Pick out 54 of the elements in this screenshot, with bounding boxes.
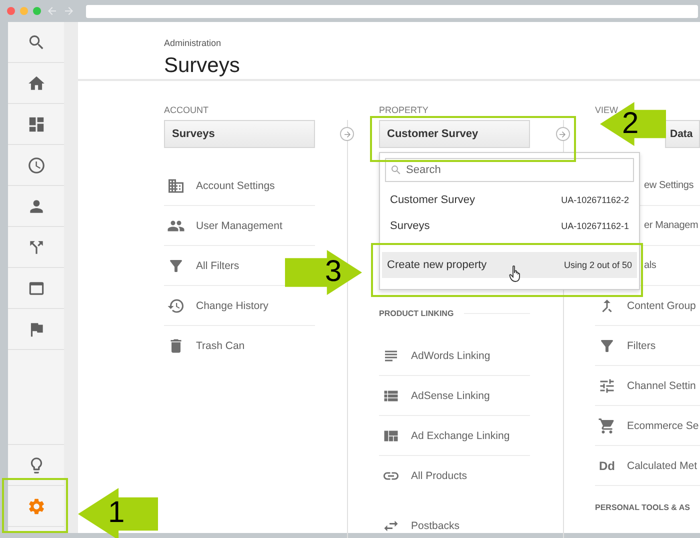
arrow-circle-icon [556,127,570,141]
menu-item[interactable]: Account Settings [166,176,275,194]
menu-item[interactable]: ew Settings [644,180,694,191]
window-control-dot[interactable] [7,7,15,15]
property-selector[interactable]: Customer Survey [379,120,530,148]
column-label: PROPERTY [379,104,430,116]
dropdown-option[interactable]: Customer Survey UA-102671162-2 [385,187,634,213]
menu-item[interactable]: All Products [381,467,468,485]
menu-item[interactable]: Content Group [597,296,696,314]
property-id: UA-102671162-1 [561,221,629,231]
account-selector[interactable]: Surveys [164,120,315,148]
column-label: VIEW [595,104,620,116]
history-icon [166,296,186,314]
building-icon [166,176,186,194]
dashboard-icon [26,114,46,134]
settings-icon [26,496,46,516]
menu-item[interactable]: Trash Can [166,337,245,355]
menu-item[interactable]: Filters [597,336,656,354]
callout-number: 1 [108,498,125,528]
menu-item[interactable]: AdWords Linking [381,346,490,364]
section-heading: PERSONAL TOOLS & AS [595,502,690,512]
usage-count: Using 2 out of 50 [564,260,632,270]
menu-item[interactable]: User Management [166,216,282,234]
menu-item[interactable]: All Filters [166,256,240,274]
menu-item[interactable]: er Managem [644,220,698,231]
callout-number: 2 [622,109,639,139]
column-label: ACCOUNT [164,104,210,116]
menu-item[interactable]: AdSense Linking [381,386,490,404]
search-icon [390,164,402,176]
menu-item[interactable]: als [644,260,656,271]
search-icon [26,32,46,52]
section-heading: PRODUCT LINKING [379,308,454,318]
menu-item[interactable]: Postbacks [381,517,460,535]
breadcrumb[interactable]: Administration [164,37,700,49]
glyph-icon: Dd [597,458,617,472]
arrow-circle-icon [340,127,354,141]
menu-item[interactable]: Ecommerce Se [597,416,699,434]
home-icon [26,74,46,92]
create-property-option[interactable]: Create new property Using 2 out of 50 [382,252,637,278]
page-title: Surveys [164,53,241,79]
view-selector[interactable]: Data [665,120,700,148]
menu-item[interactable]: Dd Calculated Met [597,458,698,472]
property-id: UA-102671162-2 [561,195,629,205]
menu-item[interactable]: Channel Settin [597,376,696,394]
window-control-dot[interactable] [33,7,41,15]
dropdown-option[interactable]: Surveys UA-102671162-1 [385,213,634,239]
menu-item[interactable]: Change History [166,296,268,314]
clock-icon [26,156,46,174]
search-field[interactable]: Search [385,158,634,182]
menu-item[interactable]: Ad Exchange Linking [381,426,510,444]
window-control-dot[interactable] [20,7,28,15]
highlight-frame [2,478,68,533]
callout-number: 3 [325,257,342,287]
hand-cursor-icon [509,265,523,283]
